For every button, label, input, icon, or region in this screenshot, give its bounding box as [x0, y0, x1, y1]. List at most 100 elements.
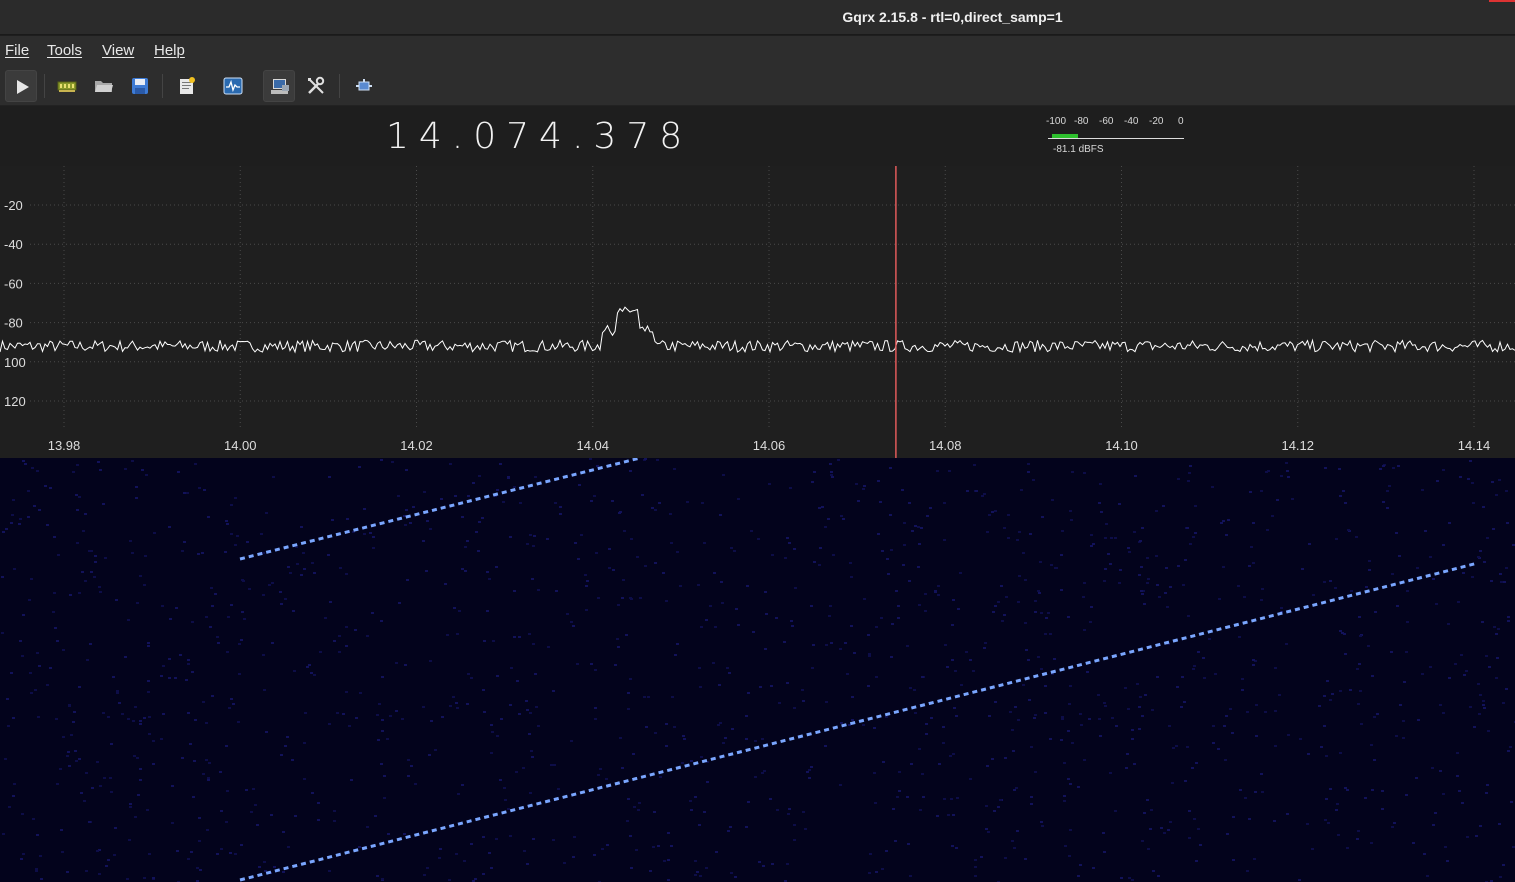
- waterfall-noise: [1044, 712, 1047, 714]
- waterfall-noise: [1499, 573, 1502, 575]
- waterfall-noise: [829, 605, 832, 607]
- io-devices-button[interactable]: [51, 70, 83, 102]
- menu-file[interactable]: File: [5, 42, 29, 59]
- waterfall-noise: [559, 513, 562, 515]
- waterfall-noise: [1195, 860, 1198, 862]
- waterfall-noise: [44, 485, 47, 487]
- waterfall-noise: [115, 599, 118, 601]
- smeter-axis: [1048, 138, 1184, 139]
- waterfall-noise: [439, 848, 442, 850]
- waterfall-noise: [263, 689, 266, 691]
- bookmarks-button[interactable]: [171, 70, 203, 102]
- waterfall-noise: [1099, 483, 1102, 485]
- waterfall-noise: [825, 644, 828, 646]
- waterfall-noise: [1077, 786, 1080, 788]
- waterfall-noise: [1138, 574, 1141, 576]
- waterfall-noise: [1397, 465, 1400, 467]
- waterfall-noise: [1402, 737, 1405, 739]
- waterfall-noise: [724, 737, 727, 739]
- waterfall-noise: [547, 646, 550, 648]
- waterfall-noise: [475, 531, 478, 533]
- waterfall-noise: [733, 550, 736, 552]
- waterfall-noise: [984, 642, 987, 644]
- waterfall-noise: [67, 751, 70, 753]
- waterfall-noise: [1493, 626, 1496, 628]
- waterfall-display[interactable]: [0, 458, 1515, 882]
- waterfall-noise: [139, 575, 142, 577]
- remote-control-button[interactable]: [263, 70, 295, 102]
- waterfall-noise: [1131, 879, 1134, 881]
- menu-tools[interactable]: Tools: [47, 42, 82, 59]
- waterfall-noise: [1034, 714, 1037, 716]
- waterfall-noise: [96, 761, 99, 763]
- waterfall-noise: [1118, 503, 1121, 505]
- waterfall-noise: [1083, 629, 1086, 631]
- waterfall-noise: [1060, 589, 1063, 591]
- waterfall-noise: [1141, 715, 1144, 717]
- waterfall-noise: [1024, 622, 1027, 624]
- waterfall-noise: [1276, 499, 1279, 501]
- waterfall-noise: [248, 588, 251, 590]
- waterfall-noise: [802, 700, 805, 702]
- waterfall-signal-trace: [239, 458, 641, 561]
- waterfall-noise: [868, 653, 871, 655]
- about-button[interactable]: [348, 70, 380, 102]
- waterfall-noise: [869, 853, 872, 855]
- waterfall-noise: [203, 489, 206, 491]
- waterfall-noise: [703, 542, 706, 544]
- waterfall-noise: [124, 468, 127, 470]
- waterfall-noise: [925, 733, 928, 735]
- waterfall-noise: [1398, 555, 1401, 557]
- waterfall-noise: [1143, 812, 1146, 814]
- menu-view[interactable]: View: [102, 42, 134, 59]
- waterfall-noise: [99, 785, 102, 787]
- waterfall-noise: [127, 718, 130, 720]
- waterfall-noise: [456, 633, 459, 635]
- waterfall-noise: [1068, 855, 1071, 857]
- waterfall-noise: [292, 610, 295, 612]
- waterfall-noise: [461, 784, 464, 786]
- waterfall-noise: [225, 520, 228, 522]
- waterfall-noise: [509, 835, 512, 837]
- waterfall-noise: [903, 522, 906, 524]
- waterfall-noise: [951, 624, 954, 626]
- waterfall-noise: [1197, 828, 1200, 830]
- dx-cluster-button[interactable]: [217, 70, 249, 102]
- waterfall-noise: [1254, 791, 1257, 793]
- start-dsp-button[interactable]: [5, 70, 37, 102]
- waterfall-noise: [804, 828, 807, 830]
- waterfall-noise: [194, 463, 197, 465]
- waterfall-noise: [1063, 800, 1066, 802]
- waterfall-noise: [721, 602, 724, 604]
- waterfall-noise: [22, 614, 25, 616]
- save-settings-button[interactable]: [124, 70, 156, 102]
- waterfall-noise: [794, 587, 797, 589]
- waterfall-noise: [532, 545, 535, 547]
- waterfall-noise: [230, 604, 233, 606]
- window-close-button[interactable]: [1489, 0, 1515, 2]
- waterfall-noise: [943, 539, 946, 541]
- waterfall-noise: [483, 640, 486, 642]
- waterfall-noise: [466, 703, 469, 705]
- waterfall-noise: [441, 716, 444, 718]
- waterfall-noise: [1162, 505, 1165, 507]
- waterfall-noise: [662, 572, 665, 574]
- menu-help[interactable]: Help: [154, 42, 185, 59]
- waterfall-noise: [1124, 687, 1127, 689]
- waterfall-noise: [426, 520, 429, 522]
- waterfall-noise: [59, 768, 62, 770]
- waterfall-noise: [313, 674, 316, 676]
- load-settings-button[interactable]: [88, 70, 120, 102]
- spectrum-plot[interactable]: -20 -40 -60 -80 100 120 13.98 14.00 14.02 14.04 14…: [0, 166, 1515, 458]
- waterfall-noise: [1220, 522, 1223, 524]
- waterfall-noise: [665, 600, 668, 602]
- waterfall-noise: [722, 742, 725, 744]
- waterfall-noise: [219, 771, 222, 773]
- waterfall-noise: [270, 814, 273, 816]
- waterfall-noise: [980, 856, 983, 858]
- settings-button[interactable]: [300, 70, 332, 102]
- waterfall-noise: [198, 817, 201, 819]
- waterfall-noise: [1001, 620, 1004, 622]
- frequency-display[interactable]: 14.074.378: [386, 116, 692, 157]
- waterfall-noise: [1133, 531, 1136, 533]
